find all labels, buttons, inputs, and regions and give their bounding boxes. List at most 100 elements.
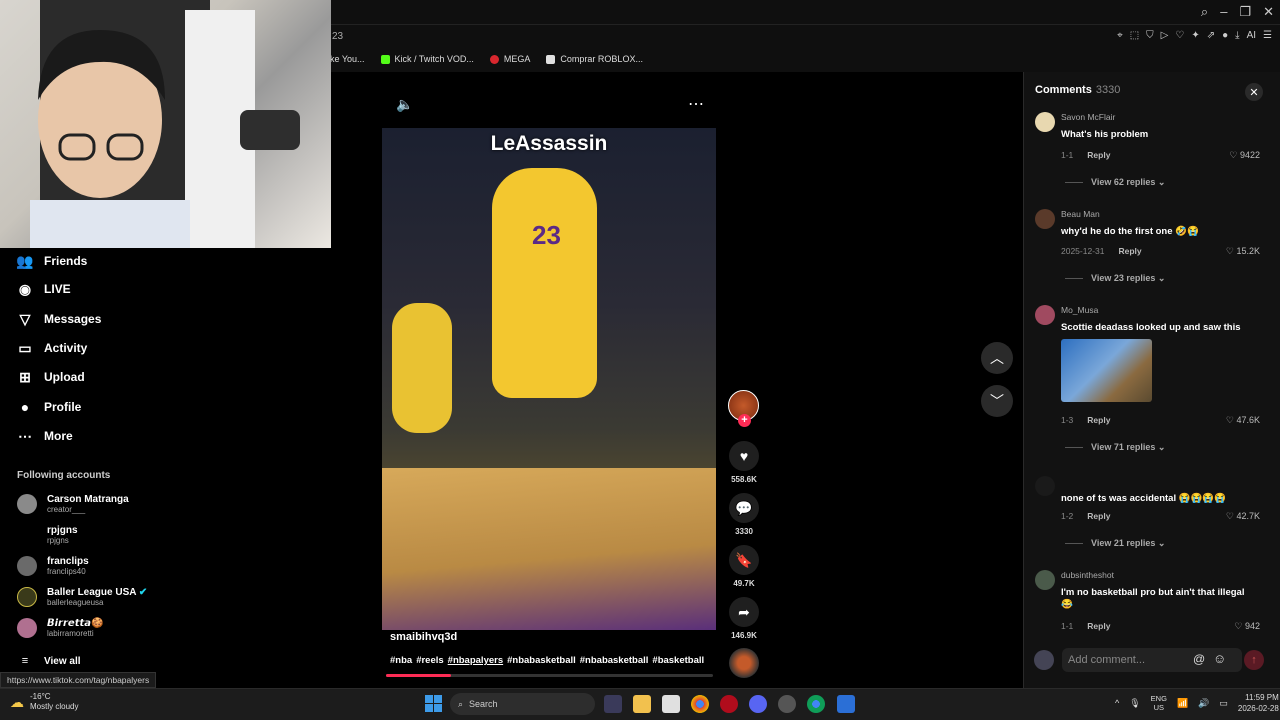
share-icon[interactable]: ⇗ [1207, 30, 1215, 41]
comment-user[interactable]: dubsintheshot [1061, 570, 1114, 580]
reply-button[interactable]: Reply [1087, 621, 1110, 631]
crop-icon[interactable]: ⬚ [1130, 30, 1139, 41]
hashtag-link[interactable]: #basketball [652, 655, 704, 666]
mention-icon[interactable]: @ [1193, 652, 1205, 666]
ai-button[interactable]: AI [1247, 30, 1256, 41]
chevron-down-icon: ⌄ [1157, 442, 1166, 452]
hashtag-link[interactable]: #nba [390, 655, 412, 666]
video-player[interactable]: 23 LeAssassin [382, 128, 716, 630]
hashtag-link[interactable]: #nbabasketball [580, 655, 649, 666]
task-view-icon[interactable] [604, 695, 622, 713]
comment-like[interactable]: ♡ 942 [1234, 621, 1260, 632]
microphone-icon[interactable]: 🎙 [1129, 698, 1140, 709]
chevron-up-icon[interactable]: ^ [1115, 698, 1119, 708]
following-account[interactable]: Baller League USA ✔ ballerleagueusa [17, 587, 147, 607]
avatar[interactable] [1035, 112, 1055, 132]
view-all-button[interactable]: ≡ View all [16, 652, 81, 670]
opera-gx-icon[interactable] [720, 695, 738, 713]
pin-icon[interactable]: ⌖ [1117, 30, 1123, 41]
comment-user[interactable]: Mo_Musa [1061, 305, 1098, 315]
wifi-icon[interactable]: 📶 [1177, 698, 1188, 709]
bookmark-item[interactable]: ke You... [330, 54, 365, 64]
account-icon[interactable]: ● [1222, 30, 1228, 41]
bookmark-item[interactable]: MEGA [489, 54, 530, 64]
hashtag-link[interactable]: #reels [416, 655, 443, 666]
previous-video-button[interactable]: ︿ [981, 342, 1013, 374]
photos-icon[interactable] [837, 695, 855, 713]
comment-like[interactable]: ♡ 42.7K [1226, 511, 1260, 522]
windows-start-icon[interactable] [425, 695, 442, 712]
comment-button[interactable]: 💬 3330 [728, 493, 760, 536]
hashtag-link[interactable]: #nbabasketball [507, 655, 576, 666]
mute-icon[interactable]: 🔈 [396, 96, 413, 113]
tab-title-fragment[interactable]: 23 [332, 31, 343, 42]
following-account[interactable]: franclips franclips40 [17, 556, 89, 576]
taskbar-search[interactable]: ⌕ Search [450, 693, 595, 715]
share-button[interactable]: ➦ 146.9K [728, 597, 760, 640]
sidebar-item-activity[interactable]: ▭ Activity [16, 339, 87, 357]
search-icon[interactable]: ⌕ [1201, 4, 1208, 20]
comment-like[interactable]: ♡ 47.6K [1226, 415, 1260, 426]
comment-image[interactable] [1061, 339, 1152, 402]
sidebar-item-friends[interactable]: 👥 Friends [16, 252, 87, 270]
battery-icon[interactable]: ▭ [1219, 698, 1228, 709]
comment-user[interactable]: Savon McFlair [1061, 112, 1115, 122]
sidebar-item-profile[interactable]: ● Profile [16, 398, 82, 416]
like-button[interactable]: ♥ 558.6K [728, 441, 760, 484]
puzzle-icon[interactable]: ✦ [1191, 30, 1199, 41]
comment-like[interactable]: ♡ 9422 [1229, 150, 1260, 161]
sidebar-item-live[interactable]: ◉ LIVE [16, 280, 71, 298]
system-clock[interactable]: 11:59 PM 2026-02-28 [1238, 692, 1279, 714]
music-disc-icon[interactable] [729, 648, 759, 678]
file-explorer-icon[interactable] [633, 695, 651, 713]
reply-button[interactable]: Reply [1087, 511, 1110, 521]
follow-plus-icon[interactable]: + [738, 414, 751, 427]
sidebar-item-messages[interactable]: ▽ Messages [16, 310, 102, 328]
video-progress-bar[interactable] [386, 674, 713, 677]
heart-outline-icon[interactable]: ♡ [1175, 30, 1184, 41]
download-icon[interactable]: ⤓ [1235, 30, 1239, 41]
weather-widget[interactable]: ☁ -16°C Mostly cloudy [10, 692, 78, 712]
send-comment-button[interactable]: ↑ [1244, 650, 1264, 670]
reply-button[interactable]: Reply [1087, 415, 1110, 425]
view-replies-button[interactable]: View 21 replies ⌄ [1065, 538, 1165, 549]
language-indicator[interactable]: ENG US [1151, 694, 1167, 712]
avatar[interactable] [1035, 209, 1055, 229]
menu-icon[interactable]: ☰ [1263, 30, 1272, 41]
chrome-icon[interactable] [691, 695, 709, 713]
view-replies-button[interactable]: View 23 replies ⌄ [1065, 273, 1165, 284]
view-replies-button[interactable]: View 62 replies ⌄ [1065, 177, 1165, 188]
reply-button[interactable]: Reply [1087, 150, 1110, 160]
comment-user[interactable]: Beau Man [1061, 209, 1100, 219]
bookmark-item[interactable]: Comprar ROBLOX... [546, 54, 643, 64]
hashtag-link[interactable]: #nbapalyers [448, 655, 503, 666]
following-account[interactable]: rpjgns rpjgns [17, 525, 78, 545]
minimize-icon[interactable]: – [1220, 4, 1227, 20]
following-account[interactable]: 𝘽𝙞𝙧𝙧𝙚𝙩𝙩𝙖🍪 labirramoretti [17, 618, 103, 638]
close-window-icon[interactable]: ✕ [1263, 4, 1274, 20]
play-icon[interactable]: ▷ [1161, 30, 1169, 41]
volume-icon[interactable]: 🔊 [1198, 698, 1209, 709]
shield-icon[interactable]: ⛉ [1146, 30, 1154, 41]
avatar[interactable] [1035, 305, 1055, 325]
avatar[interactable] [1035, 570, 1055, 590]
discord-icon[interactable] [749, 695, 767, 713]
next-video-button[interactable]: ﹀ [981, 385, 1013, 417]
sidebar-item-upload[interactable]: ⊞ Upload [16, 368, 85, 386]
save-button[interactable]: 🔖 49.7K [728, 545, 760, 588]
video-author[interactable]: smaibihvq3d [390, 631, 457, 643]
steam-icon[interactable] [778, 695, 796, 713]
reply-button[interactable]: Reply [1118, 246, 1141, 256]
close-comments-button[interactable]: ✕ [1245, 83, 1263, 101]
emoji-icon[interactable]: ☺ [1213, 651, 1226, 666]
bookmark-item[interactable]: Kick / Twitch VOD... [380, 54, 474, 64]
avatar[interactable] [1035, 476, 1055, 496]
sidebar-item-more[interactable]: ⋯ More [16, 427, 73, 445]
chrome-profile-icon[interactable] [807, 695, 825, 713]
restore-icon[interactable]: ❐ [1239, 4, 1251, 20]
following-account[interactable]: Carson Matranga creator___ [17, 494, 129, 514]
store-icon[interactable] [662, 695, 680, 713]
view-replies-button[interactable]: View 71 replies ⌄ [1065, 442, 1165, 453]
comment-like[interactable]: ♡ 15.2K [1226, 246, 1260, 257]
more-options-icon[interactable]: ⋯ [688, 94, 705, 114]
